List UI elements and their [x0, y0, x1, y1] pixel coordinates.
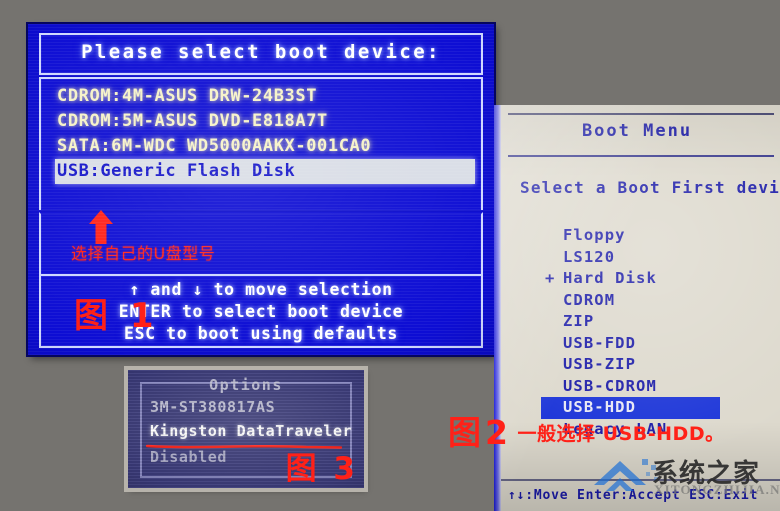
figure-2-label-cn: 图: [448, 413, 485, 452]
figure-2-label: 图2 一般选择 USB-HDD。: [448, 406, 725, 454]
boot-menu-item-label: USB-FDD: [563, 333, 637, 352]
figure-3-label: 图 3: [285, 451, 358, 487]
figure-1-boot-device-popup: Please select boot device: CDROM:4M-ASUS…: [28, 24, 494, 355]
options-item-disabled[interactable]: Disabled: [150, 448, 227, 466]
screenshot-canvas: Please select boot device: CDROM:4M-ASUS…: [0, 0, 780, 511]
boot-menu-item-label: CDROM: [563, 290, 616, 309]
boot-device-item[interactable]: CDROM:5M-ASUS DVD-E818A7T: [57, 109, 481, 134]
boot-menu-title: Boot Menu: [581, 121, 693, 141]
boot-menu-item-usb-cdrom[interactable]: USB-CDROM: [541, 376, 756, 398]
boot-device-item[interactable]: CDROM:4M-ASUS DRW-24B3ST: [57, 84, 481, 109]
boot-device-item[interactable]: SATA:6M-WDC WD5000AAKX-001CA0: [57, 134, 481, 159]
boot-menu-marker: +: [545, 269, 556, 287]
boot-menu-item-label: Floppy: [563, 226, 626, 244]
boot-menu-item-label: Hard Disk: [563, 269, 657, 287]
figure-3-options-photo: Options 3M-ST380817AS Kingston DataTrave…: [128, 370, 364, 488]
boot-menu-item-usb-zip[interactable]: USB-ZIP: [541, 354, 756, 376]
divider-bottom: [500, 479, 780, 481]
boot-menu-item-usb-fdd[interactable]: USB-FDD: [541, 333, 756, 355]
boot-menu-item-zip[interactable]: ZIP: [541, 311, 756, 333]
boot-menu-item-hard-disk[interactable]: + Hard Disk: [541, 268, 756, 290]
options-item-kingston-selected[interactable]: Kingston DataTraveler: [150, 422, 352, 440]
boot-menu-item-cdrom[interactable]: CDROM: [541, 290, 756, 312]
boot-menu-key-hints: ↑↓:Move Enter:Accept ESC:Exit: [508, 488, 759, 503]
boot-menu-item-label: LS120: [563, 247, 616, 266]
boot-device-item-selected[interactable]: USB:Generic Flash Disk: [55, 159, 475, 184]
boot-menu-item-label: ZIP: [563, 312, 595, 330]
figure-1-label: 图 1: [74, 296, 159, 336]
boot-device-title-bar: Please select boot device:: [39, 33, 483, 75]
divider-under-title: [508, 155, 774, 157]
boot-menu-item-floppy[interactable]: Floppy: [541, 225, 756, 247]
figure-2-label-number: 2: [485, 413, 512, 452]
boot-device-list[interactable]: CDROM:4M-ASUS DRW-24B3ST CDROM:5M-ASUS D…: [39, 77, 483, 210]
boot-menu-item-ls120[interactable]: LS120: [541, 247, 756, 269]
options-item-hdd[interactable]: 3M-ST380817AS: [150, 398, 275, 416]
boot-menu-item-label: USB-CDROM: [563, 376, 657, 395]
figure-2-annotation-cn: 一般选择 USB-HDD。: [517, 423, 725, 445]
options-title: Options: [209, 376, 283, 394]
usb-selection-hint-cn: 选择自己的U盘型号: [71, 244, 216, 263]
boot-device-title: Please select boot device:: [81, 41, 441, 63]
boot-menu-subtitle: Select a Boot First device: [520, 178, 780, 197]
boot-menu-item-label: USB-ZIP: [563, 355, 637, 373]
up-arrow-icon: [89, 210, 113, 244]
divider-top: [508, 113, 774, 115]
